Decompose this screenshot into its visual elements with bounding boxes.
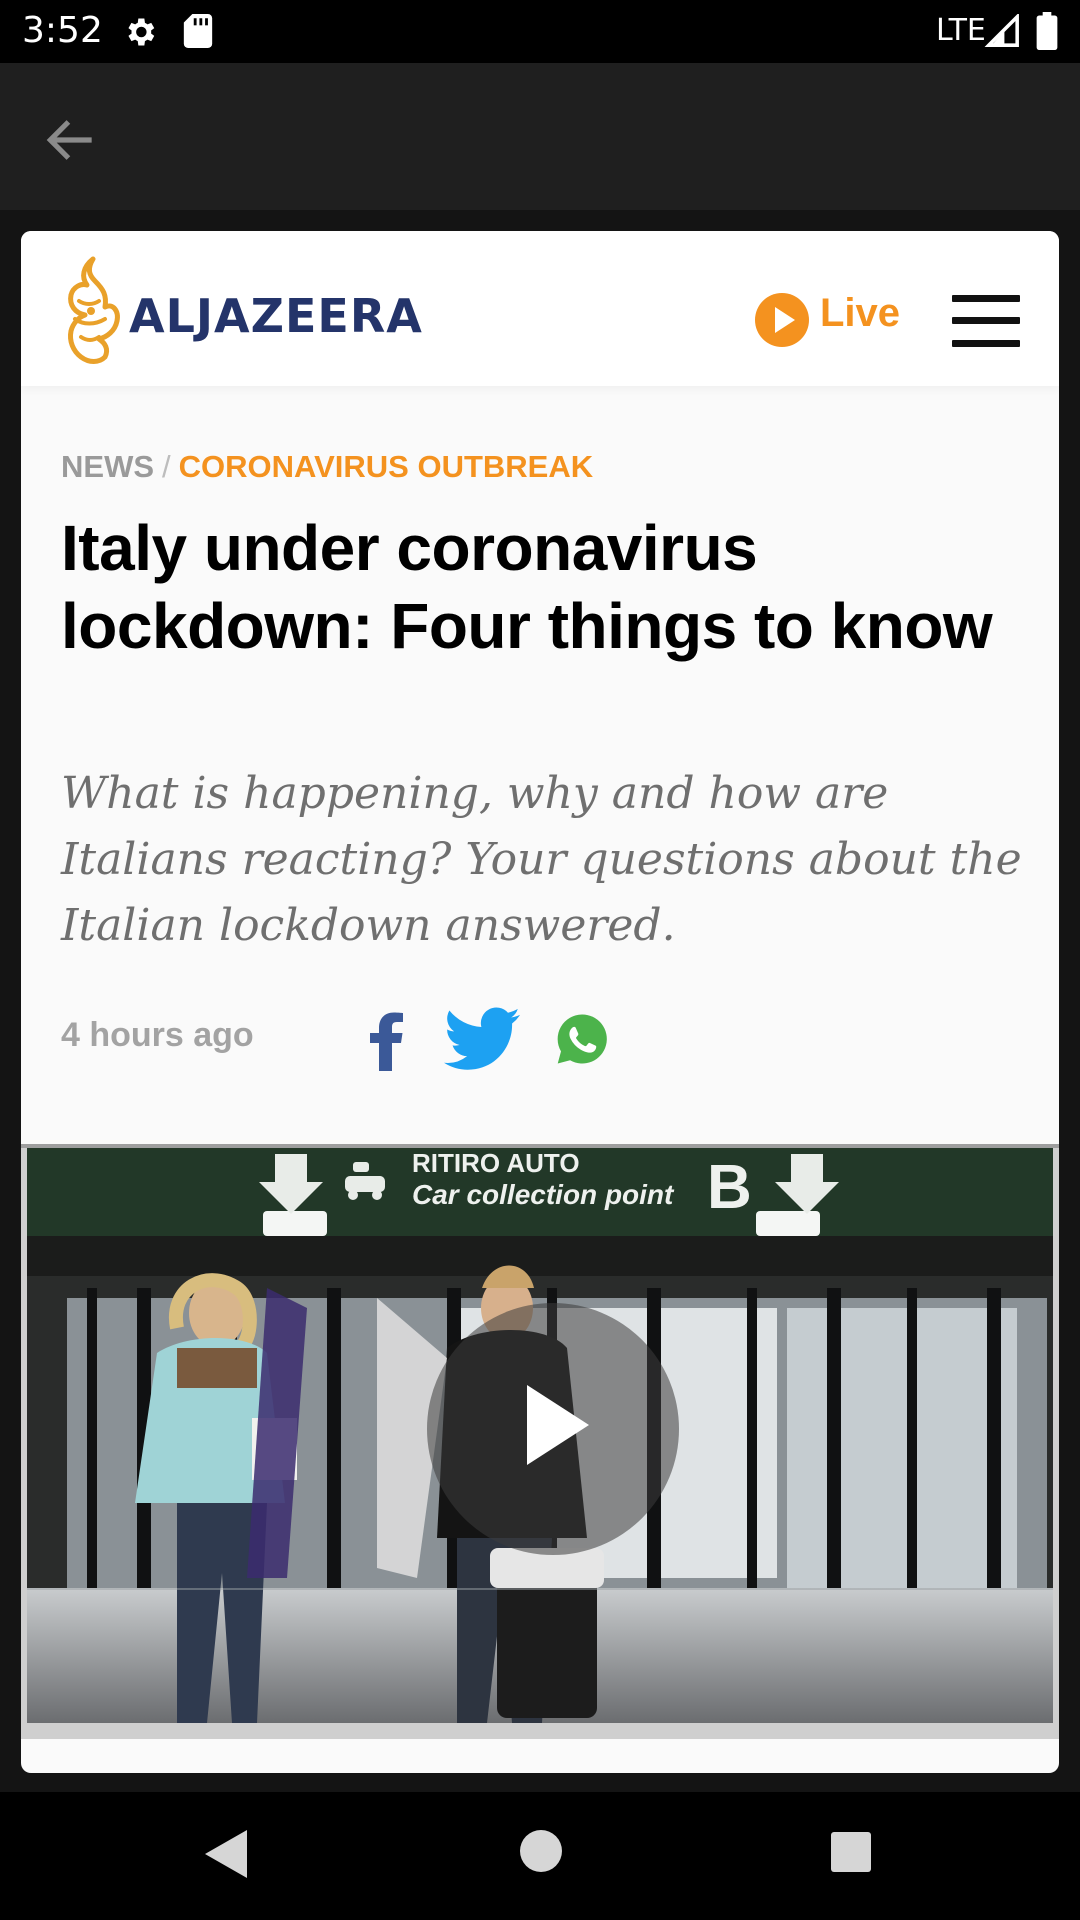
back-triangle-icon[interactable] [205, 1830, 247, 1878]
breadcrumb: NEWS / CORONAVIRUS OUTBREAK [61, 449, 593, 485]
twitter-icon[interactable] [444, 1007, 520, 1071]
app-bar [0, 63, 1080, 210]
live-play-icon [755, 293, 809, 347]
hamburger-menu-icon[interactable] [952, 295, 1020, 347]
play-icon[interactable] [427, 1303, 679, 1555]
facebook-icon[interactable] [361, 1007, 411, 1071]
breadcrumb-topic[interactable]: CORONAVIRUS OUTBREAK [179, 449, 594, 484]
breadcrumb-section[interactable]: NEWS [61, 449, 154, 484]
article-standfirst: What is happening, why and how are Itali… [61, 768, 1022, 951]
status-bar: 3:52 LTE [0, 0, 1080, 63]
site-logo[interactable]: ALJAZEERA [57, 253, 447, 365]
arrow-left-icon[interactable] [40, 109, 102, 171]
logo-wordmark: ALJAZEERA [129, 289, 423, 343]
site-header: ALJAZEERA Live [21, 231, 1059, 386]
live-button[interactable]: Live [755, 291, 915, 347]
sign-line-1: RITIRO AUTO [412, 1148, 580, 1178]
sd-card-icon [183, 14, 213, 48]
breadcrumb-separator: / [162, 449, 171, 484]
network-type: LTE [936, 13, 986, 48]
article-headline: Italy under coronavirus lockdown: Four t… [61, 512, 993, 662]
aljazeera-logo-icon [68, 256, 120, 364]
recents-square-icon[interactable] [831, 1832, 871, 1872]
gear-icon [128, 18, 155, 46]
sign-letter: B [707, 1153, 752, 1222]
article-card: ALJAZEERA Live NEWS / CORONAVIRUS OUTBREAK… [21, 231, 1059, 1773]
status-time: 3:52 [22, 10, 103, 51]
live-label: Live [820, 291, 901, 335]
battery-icon [1036, 12, 1058, 50]
signal-icon [984, 14, 1019, 47]
home-circle-icon[interactable] [520, 1830, 562, 1872]
system-nav-bar [0, 1792, 1080, 1920]
publish-time: 4 hours ago [61, 1016, 254, 1054]
article-media: RITIRO AUTO Car collection point B [21, 1144, 1059, 1739]
whatsapp-icon[interactable] [554, 1007, 610, 1071]
sign-line-2: Car collection point [412, 1179, 675, 1210]
